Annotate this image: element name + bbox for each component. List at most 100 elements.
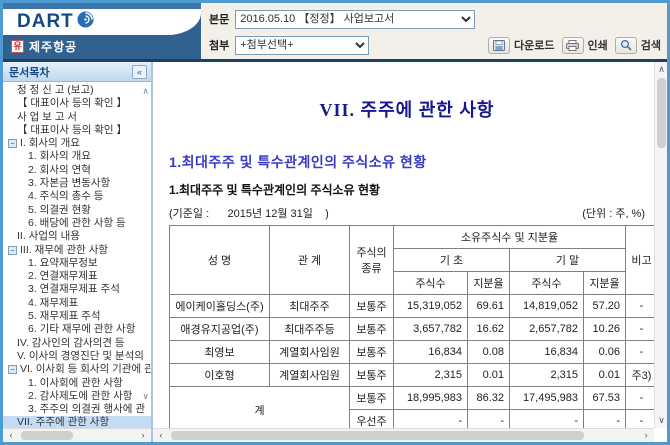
table-cell: 18,995,983 xyxy=(394,387,468,410)
tree-item[interactable]: 5. 의결권 현황 xyxy=(3,204,151,217)
vscroll-thumb[interactable] xyxy=(657,78,666,148)
scroll-up-icon[interactable]: ∧ xyxy=(655,64,668,75)
tree-item[interactable]: 3. 연결재무제표 주석 xyxy=(3,283,151,296)
tree-item[interactable]: II. 사업의 내용 xyxy=(3,230,151,243)
hscroll-thumb[interactable] xyxy=(21,431,73,440)
tree-item-label: 2. 회사의 연혁 xyxy=(28,164,91,177)
search-button[interactable]: 검색 xyxy=(615,37,661,54)
col-end-ratio: 지분율 xyxy=(584,272,626,295)
scroll-left-icon[interactable]: ‹ xyxy=(155,429,167,442)
table-cell: 17,495,983 xyxy=(510,387,584,410)
col-relation: 관 계 xyxy=(270,226,350,295)
table-info-line: (기준일 : 2015년 12월 31일 ) (단위 : 주, %) xyxy=(169,205,645,221)
tree-item-label: 5. 의결권 현황 xyxy=(28,204,91,217)
tree-item[interactable]: 2. 감사제도에 관한 사항 xyxy=(3,390,151,403)
folder-collapse-icon[interactable]: − xyxy=(8,365,17,374)
sidebar-hscrollbar[interactable]: ‹ › xyxy=(3,428,151,442)
attach-select[interactable]: +첨부선택+ xyxy=(235,36,369,55)
table-cell: - xyxy=(626,387,658,410)
tree-item[interactable]: 정 정 신 고 (보고) xyxy=(3,84,151,97)
document-title: VII. 주주에 관한 사항 xyxy=(169,96,645,122)
tree-item[interactable]: 【 대표이사 등의 확인 】 xyxy=(3,124,151,137)
tree-item[interactable]: IV. 감사인의 감사의견 등 xyxy=(3,337,151,350)
tree-item[interactable]: 4. 재무제표 xyxy=(3,297,151,310)
print-label: 인쇄 xyxy=(588,37,608,53)
scroll-left-icon[interactable]: ‹ xyxy=(5,429,17,442)
section-heading: 1.최대주주 및 특수관계인의 주식소유 현황 xyxy=(169,152,645,172)
tree-item[interactable]: VII. 주주에 관한 사항 xyxy=(3,416,151,428)
tree-item-label: I. 회사의 개요 xyxy=(20,137,80,150)
doc-select[interactable]: 2016.05.10 【정정】 사업보고서 xyxy=(235,10,475,29)
tree-item-label: 4. 주식의 총수 등 xyxy=(28,190,103,203)
table-cell: - xyxy=(626,295,658,318)
document-body: VII. 주주에 관한 사항 1.최대주주 및 특수관계인의 주식소유 현황 1… xyxy=(153,62,667,428)
tree-scroll-down-icon[interactable]: ∨ xyxy=(142,391,149,402)
sidebar: 문서목차 « ∧ ∨ 정 정 신 고 (보고)【 대표이사 등의 확인 】사 업… xyxy=(3,62,153,442)
table-cell: 69.61 xyxy=(468,295,510,318)
content-pane: VII. 주주에 관한 사항 1.최대주주 및 특수관계인의 주식소유 현황 1… xyxy=(153,62,667,442)
tree-item-label: 【 대표이사 등의 확인 】 xyxy=(17,97,127,110)
tree-item-label: 【 대표이사 등의 확인 】 xyxy=(17,124,127,137)
tree-item-label: 정 정 신 고 (보고) xyxy=(17,84,94,97)
shareholding-table: 성 명 관 계 주식의 종류 소유주식수 및 지분율 비고 기 초 기 말 주식… xyxy=(169,225,658,428)
tree-item[interactable]: V. 이사의 경영진단 및 분석의 xyxy=(3,350,151,363)
print-button[interactable]: 인쇄 xyxy=(562,37,608,54)
tree-item-label: 1. 이사회에 관한 사항 xyxy=(28,377,123,390)
table-cell: 최대주주 xyxy=(270,295,350,318)
tree-item[interactable]: 2. 연결재무제표 xyxy=(3,270,151,283)
tree-item[interactable]: 【 대표이사 등의 확인 】 xyxy=(3,97,151,110)
table-row: 애경유지공업(주)최대주주등보통주3,657,78216.622,657,782… xyxy=(170,318,658,341)
table-cell: 0.06 xyxy=(584,341,626,364)
table-cell: 보통주 xyxy=(350,387,394,410)
table-total-row: 계보통주18,995,98386.3217,495,98367.53- xyxy=(170,387,658,410)
table-cell: - xyxy=(468,410,510,429)
folder-collapse-icon[interactable]: − xyxy=(8,246,17,255)
scroll-right-icon[interactable]: › xyxy=(137,429,149,442)
table-cell: - xyxy=(626,341,658,364)
sidebar-collapse-button[interactable]: « xyxy=(132,65,147,79)
tree-item[interactable]: 3. 자본금 변동사항 xyxy=(3,177,151,190)
scroll-right-icon[interactable]: › xyxy=(640,429,652,442)
dart-swirl-icon xyxy=(77,11,94,33)
table-cell: - xyxy=(510,410,584,429)
total-label-cell: 계 xyxy=(170,387,350,429)
col-note: 비고 xyxy=(626,226,658,295)
tree-item-label: 1. 요약재무정보 xyxy=(28,257,98,270)
content-vscrollbar[interactable]: ∧ ∨ xyxy=(654,62,667,428)
dart-logo[interactable]: DART xyxy=(3,9,201,35)
tree-item-label: 4. 재무제표 xyxy=(28,297,78,310)
hscroll-thumb[interactable] xyxy=(171,431,584,440)
tree-item[interactable]: −I. 회사의 개요 xyxy=(3,137,151,150)
scroll-down-icon[interactable]: ∨ xyxy=(655,415,668,426)
tree-item[interactable]: 5. 재무제표 주석 xyxy=(3,310,151,323)
table-cell: 86.32 xyxy=(468,387,510,410)
table-cell: 16,834 xyxy=(510,341,584,364)
tree-item[interactable]: 3. 주주의 의결권 행사에 관 xyxy=(3,403,151,416)
download-label: 다운로드 xyxy=(514,37,554,53)
attach-select-label: 첨부 xyxy=(209,37,229,53)
table-row: 최영보계열회사임원보통주16,8340.0816,8340.06- xyxy=(170,341,658,364)
tree-scroll-up-icon[interactable]: ∧ xyxy=(142,86,149,97)
folder-collapse-icon[interactable]: − xyxy=(8,139,17,148)
tree-item[interactable]: 1. 요약재무정보 xyxy=(3,257,151,270)
download-button[interactable]: 다운로드 xyxy=(488,37,554,54)
tree-item-label: VI. 이사회 등 회사의 기관에 관 xyxy=(20,363,151,376)
tree-item[interactable]: 6. 기타 재무에 관한 사항 xyxy=(3,323,151,336)
table-cell: 이호형 xyxy=(170,364,270,387)
tree-item-label: III. 재무에 관한 사항 xyxy=(20,244,108,257)
tree-item[interactable]: 2. 회사의 연혁 xyxy=(3,164,151,177)
table-cell: 2,315 xyxy=(394,364,468,387)
tree-item[interactable]: 1. 회사의 개요 xyxy=(3,150,151,163)
tree-item[interactable]: 1. 이사회에 관한 사항 xyxy=(3,377,151,390)
tree-item[interactable]: 6. 배당에 관한 사항 등 xyxy=(3,217,151,230)
main: 문서목차 « ∧ ∨ 정 정 신 고 (보고)【 대표이사 등의 확인 】사 업… xyxy=(3,62,667,442)
tree-item[interactable]: −VI. 이사회 등 회사의 기관에 관 xyxy=(3,363,151,376)
tree-item[interactable]: −III. 재무에 관한 사항 xyxy=(3,244,151,257)
tree-item-label: 6. 배당에 관한 사항 등 xyxy=(28,217,126,230)
tree-item[interactable]: 4. 주식의 총수 등 xyxy=(3,190,151,203)
table-cell: 67.53 xyxy=(584,387,626,410)
table-cell: - xyxy=(394,410,468,429)
sidebar-title: 문서목차 xyxy=(9,64,132,80)
content-hscrollbar[interactable]: ‹ › xyxy=(153,428,654,442)
tree-item[interactable]: 사 업 보 고 서 xyxy=(3,111,151,124)
